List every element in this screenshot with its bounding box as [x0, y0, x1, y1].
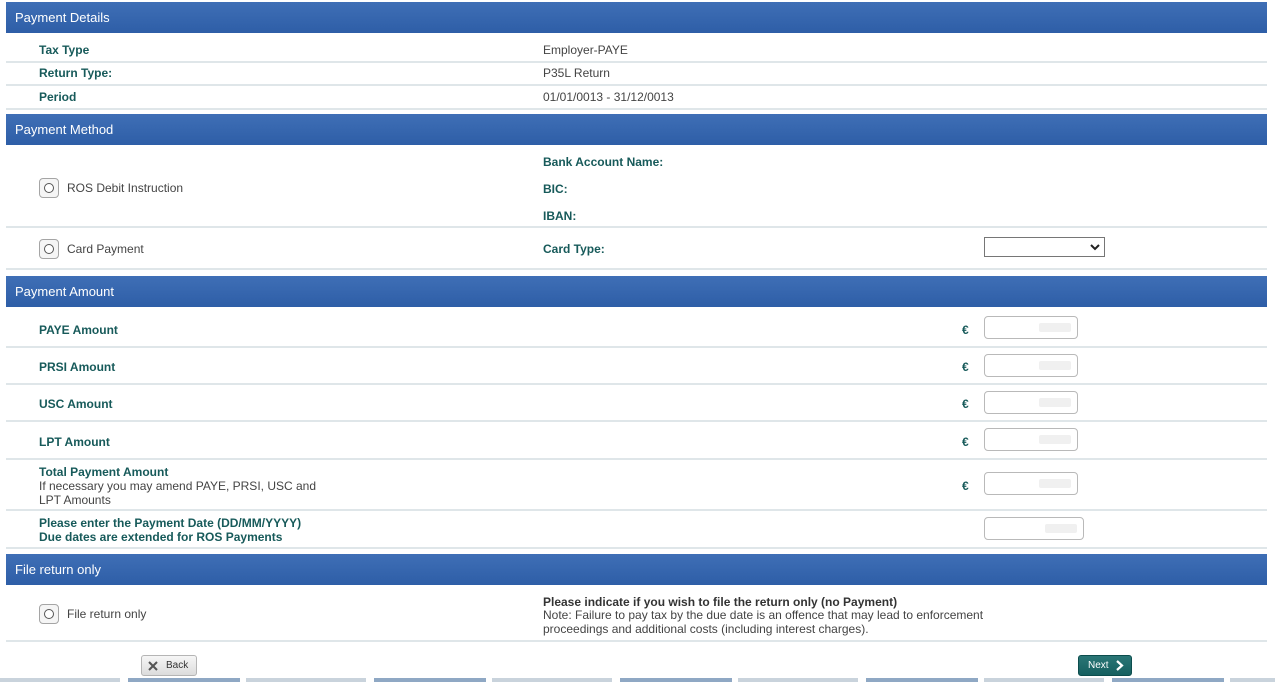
- card-type-select[interactable]: [984, 237, 1105, 257]
- ros-debit-radio[interactable]: [39, 178, 59, 198]
- currency-symbol: €: [962, 323, 969, 337]
- bic-label: BIC:: [543, 182, 568, 196]
- lpt-amount-label: LPT Amount: [39, 435, 110, 449]
- divider: [6, 61, 1267, 63]
- next-button[interactable]: Next: [1078, 655, 1132, 676]
- total-payment-note: If necessary you may amend PAYE, PRSI, U…: [39, 479, 317, 493]
- card-payment-radio[interactable]: [39, 239, 59, 259]
- return-type-value: P35L Return: [543, 66, 610, 80]
- divider: [6, 84, 1267, 86]
- file-return-radio[interactable]: [39, 604, 59, 624]
- payment-date-note: Due dates are extended for ROS Payments: [39, 530, 283, 544]
- tax-type-label: Tax Type: [39, 43, 90, 57]
- file-return-notice: proceedings and additional costs (includ…: [543, 622, 869, 636]
- total-payment-note: LPT Amounts: [39, 493, 111, 507]
- total-payment-label: Total Payment Amount: [39, 465, 169, 479]
- divider: [6, 547, 1267, 549]
- payment-date-label: Please enter the Payment Date (DD/MM/YYY…: [39, 516, 302, 530]
- divider: [6, 420, 1267, 422]
- currency-symbol: €: [962, 360, 969, 374]
- return-type-label: Return Type:: [39, 66, 113, 80]
- tax-type-value: Employer-PAYE: [543, 43, 628, 57]
- payment-details-header: Payment Details: [6, 2, 1267, 33]
- divider: [6, 226, 1267, 228]
- file-return-header: File return only: [6, 554, 1267, 585]
- currency-symbol: €: [962, 479, 969, 493]
- divider: [6, 458, 1267, 460]
- usc-amount-label: USC Amount: [39, 397, 113, 411]
- prsi-amount-input[interactable]: [984, 354, 1078, 377]
- file-return-notice-title: Please indicate if you wish to file the …: [543, 595, 898, 609]
- file-return-notice: Note: Failure to pay tax by the due date…: [543, 608, 984, 622]
- period-label: Period: [39, 90, 77, 104]
- payment-amount-header: Payment Amount: [6, 276, 1267, 307]
- close-x-icon: [148, 661, 158, 671]
- currency-symbol: €: [962, 435, 969, 449]
- usc-amount-input[interactable]: [984, 391, 1078, 414]
- divider: [6, 509, 1267, 511]
- currency-symbol: €: [962, 397, 969, 411]
- total-amount-input[interactable]: [984, 472, 1078, 495]
- card-type-label: Card Type:: [543, 242, 605, 256]
- divider: [6, 268, 1267, 270]
- chevron-right-icon: [1116, 660, 1124, 671]
- next-button-label: Next: [1088, 660, 1109, 671]
- back-button[interactable]: Back: [141, 655, 197, 676]
- page-bottom-edge: [0, 678, 1275, 682]
- card-payment-label: Card Payment: [67, 242, 144, 256]
- file-return-label: File return only: [67, 607, 147, 621]
- divider: [6, 108, 1267, 110]
- period-value: 01/01/0013 - 31/12/0013: [543, 90, 674, 104]
- ros-debit-label: ROS Debit Instruction: [67, 181, 184, 195]
- chevron-down-icon: [1090, 244, 1100, 251]
- bank-account-name-label: Bank Account Name:: [543, 155, 664, 169]
- divider: [6, 383, 1267, 385]
- divider: [6, 640, 1267, 642]
- back-button-label: Back: [166, 660, 189, 671]
- prsi-amount-label: PRSI Amount: [39, 360, 116, 374]
- paye-amount-input[interactable]: [984, 316, 1078, 339]
- payment-method-header: Payment Method: [6, 114, 1267, 145]
- divider: [6, 346, 1267, 348]
- paye-amount-label: PAYE Amount: [39, 323, 118, 337]
- iban-label: IBAN:: [543, 209, 577, 223]
- payment-date-input[interactable]: [984, 517, 1084, 540]
- lpt-amount-input[interactable]: [984, 428, 1078, 451]
